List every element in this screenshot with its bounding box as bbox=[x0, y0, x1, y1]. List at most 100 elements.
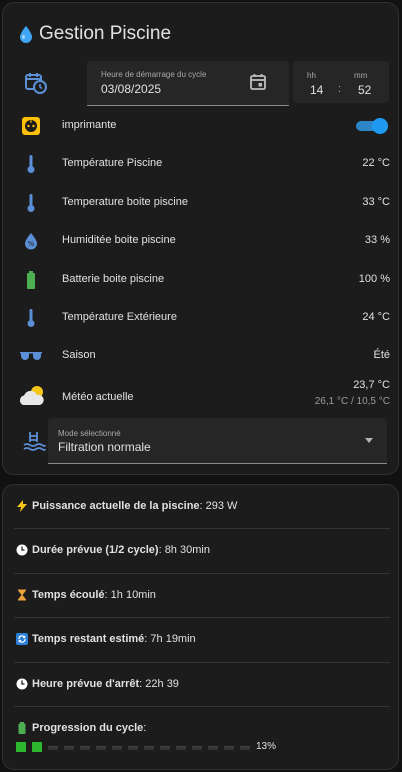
progress-segment bbox=[32, 741, 42, 752]
sunglasses-icon bbox=[19, 344, 43, 368]
clock-icon bbox=[16, 678, 28, 690]
clock-icon bbox=[16, 544, 28, 556]
water-drop-icon bbox=[20, 26, 32, 43]
power-socket-icon bbox=[19, 114, 43, 138]
progress-segment bbox=[96, 745, 106, 750]
card-title-text: Gestion Piscine bbox=[39, 23, 172, 44]
cycle-progress-bar: 13% bbox=[16, 741, 276, 752]
progress-row: Progression du cycle : bbox=[16, 722, 146, 734]
cycle-start-time-field: hh mm 14 : 52 bbox=[293, 61, 389, 103]
card-title: Gestion Piscine bbox=[19, 23, 171, 45]
progress-segment bbox=[192, 745, 202, 750]
progress-segment bbox=[160, 745, 170, 750]
date-field-label: Heure de démarrage du cycle bbox=[101, 70, 207, 79]
pool-icon bbox=[23, 432, 46, 451]
row-value: 22 °C bbox=[362, 157, 390, 169]
battery-full-icon bbox=[19, 268, 43, 292]
hours-label: hh bbox=[307, 71, 316, 80]
divider bbox=[14, 528, 390, 529]
row-value: Été bbox=[373, 349, 390, 361]
hours-input[interactable]: 14 bbox=[310, 83, 323, 97]
row-name: Saison bbox=[62, 349, 96, 361]
stop-value: : 22h 39 bbox=[139, 678, 179, 690]
elapsed-value: : 1h 10min bbox=[104, 589, 156, 601]
row-temperature-piscine[interactable]: Température Piscine 22 °C bbox=[3, 149, 400, 179]
power-value: : 293 W bbox=[199, 500, 238, 512]
elapsed-row: Temps écoulé : 1h 10min bbox=[16, 589, 156, 601]
mode-select-value: Filtration normale bbox=[58, 440, 151, 454]
divider bbox=[14, 706, 390, 707]
printer-toggle[interactable] bbox=[356, 118, 388, 134]
row-humidite-boite[interactable]: % Humiditée boite piscine 33 % bbox=[3, 226, 400, 256]
remaining-label: Temps restant estimé bbox=[32, 633, 145, 645]
progress-segment bbox=[240, 745, 250, 750]
row-value: 33 °C bbox=[362, 196, 390, 208]
row-name: Température Piscine bbox=[62, 157, 163, 169]
progress-segment bbox=[144, 745, 154, 750]
battery-icon bbox=[18, 722, 26, 734]
pool-management-card: Gestion Piscine Heure de démarrage du cy… bbox=[2, 2, 399, 475]
minutes-label: mm bbox=[354, 71, 368, 80]
row-value: 24 °C bbox=[362, 311, 390, 323]
lightning-icon bbox=[17, 500, 27, 512]
power-row: Puissance actuelle de la piscine : 293 W bbox=[16, 500, 237, 512]
stop-label: Heure prévue d'arrêt bbox=[32, 678, 140, 690]
mode-select-label: Mode sélectionné bbox=[58, 429, 121, 438]
refresh-icon bbox=[16, 633, 28, 645]
thermometer-icon bbox=[19, 306, 43, 330]
row-imprimante: imprimante bbox=[3, 111, 400, 141]
stop-time-row: Heure prévue d'arrêt : 22h 39 bbox=[16, 678, 179, 690]
minutes-input[interactable]: 52 bbox=[358, 83, 371, 97]
weather-temperature: 23,7 °C bbox=[353, 379, 390, 391]
row-name: Temperature boite piscine bbox=[62, 196, 188, 208]
row-value: 33 % bbox=[364, 234, 390, 246]
row-saison[interactable]: Saison Été bbox=[3, 341, 400, 371]
progress-segment bbox=[112, 745, 122, 750]
row-name: Température Extérieure bbox=[62, 311, 177, 323]
remaining-value: : 7h 19min bbox=[144, 633, 196, 645]
row-batterie-boite[interactable]: Batterie boite piscine 100 % bbox=[3, 265, 400, 295]
duration-row: Durée prévue (1/2 cycle) : 8h 30min bbox=[16, 544, 210, 556]
duration-value: : 8h 30min bbox=[158, 544, 210, 556]
progress-segment bbox=[208, 745, 218, 750]
progress-segment bbox=[128, 745, 138, 750]
thermometer-icon bbox=[19, 152, 43, 176]
power-label: Puissance actuelle de la piscine bbox=[32, 500, 200, 512]
toggle-thumb bbox=[372, 118, 388, 134]
progress-label: Progression du cycle bbox=[32, 722, 144, 734]
elapsed-label: Temps écoulé bbox=[32, 589, 105, 601]
row-name: Météo actuelle bbox=[62, 391, 134, 403]
calendar-clock-icon bbox=[25, 73, 47, 94]
row-name: Batterie boite piscine bbox=[62, 273, 165, 285]
progress-percent: 13% bbox=[256, 741, 277, 752]
progress-segment bbox=[224, 745, 234, 750]
remaining-row: Temps restant estimé : 7h 19min bbox=[16, 633, 196, 645]
duration-label: Durée prévue (1/2 cycle) bbox=[32, 544, 159, 556]
row-meteo[interactable]: Météo actuelle 23,7 °C 26,1 °C / 10,5 °C bbox=[3, 379, 400, 413]
progress-segment bbox=[16, 741, 26, 752]
cycle-start-date-field[interactable]: Heure de démarrage du cycle 03/08/2025 bbox=[87, 61, 289, 106]
date-field-value[interactable]: 03/08/2025 bbox=[101, 82, 161, 96]
thermometer-icon bbox=[19, 191, 43, 215]
row-temperature-exterieure[interactable]: Température Extérieure 24 °C bbox=[3, 303, 400, 333]
mode-select[interactable]: Mode sélectionné Filtration normale bbox=[48, 418, 387, 464]
row-temperature-boite[interactable]: Temperature boite piscine 33 °C bbox=[3, 188, 400, 218]
row-name: Humiditée boite piscine bbox=[62, 234, 176, 246]
progress-segment bbox=[80, 745, 90, 750]
progress-segment bbox=[64, 745, 74, 750]
divider bbox=[14, 617, 390, 618]
row-name: imprimante bbox=[62, 119, 117, 131]
time-separator: : bbox=[338, 83, 342, 95]
hourglass-icon bbox=[18, 589, 26, 601]
divider bbox=[14, 573, 390, 574]
svg-text:%: % bbox=[28, 240, 35, 248]
partly-cloudy-icon bbox=[17, 381, 47, 411]
progress-colon: : bbox=[143, 722, 147, 734]
divider bbox=[14, 662, 390, 663]
row-value: 100 % bbox=[358, 273, 390, 285]
progress-segment bbox=[48, 745, 58, 750]
dropdown-caret-icon[interactable] bbox=[365, 438, 373, 443]
date-picker-icon[interactable] bbox=[249, 73, 267, 91]
progress-segment bbox=[176, 745, 186, 750]
weather-min-max: 26,1 °C / 10,5 °C bbox=[314, 396, 390, 407]
